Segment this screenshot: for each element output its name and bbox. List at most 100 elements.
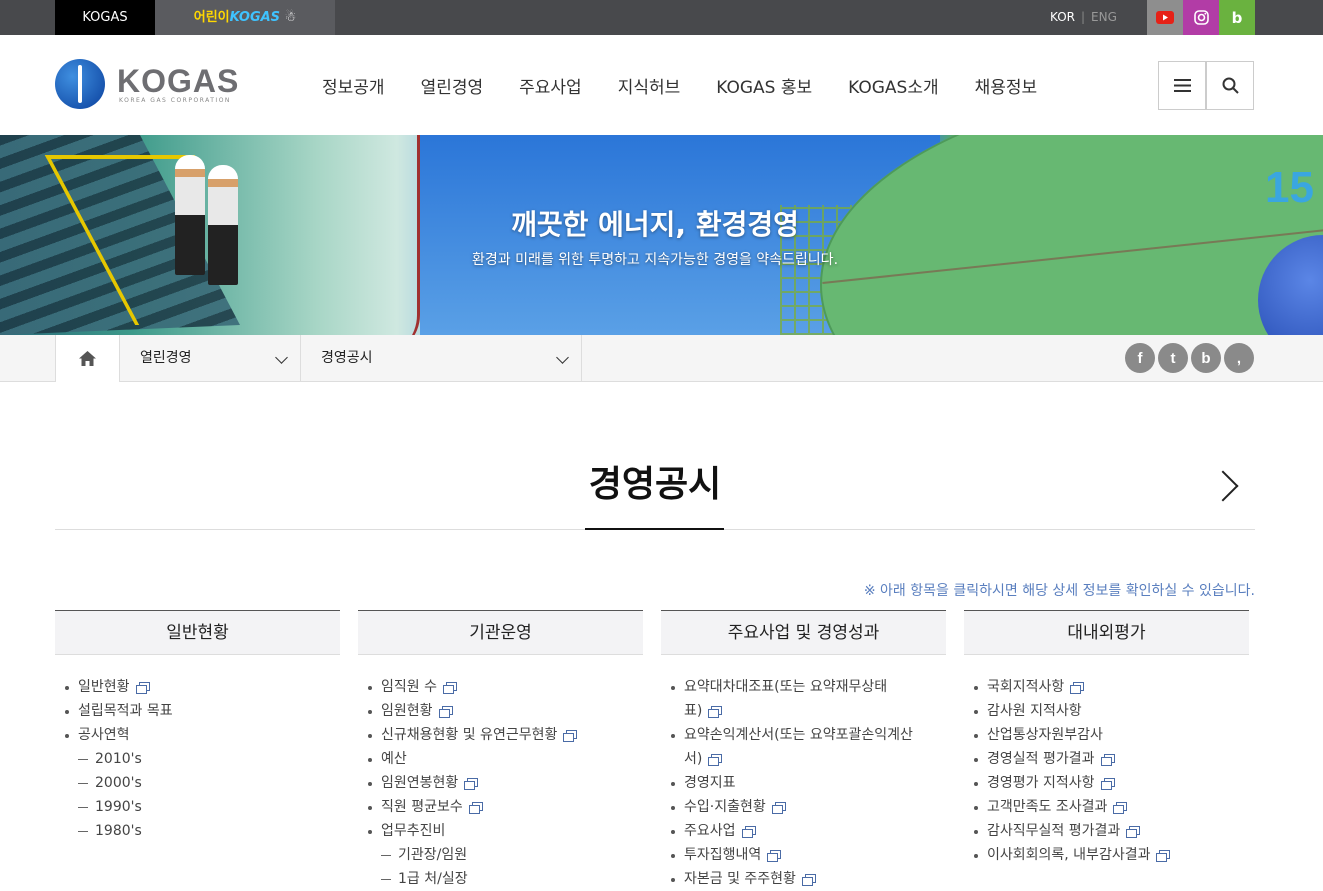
item-list: 임직원 수임원현황신규채용현황 및 유연근무현황예산임원연봉현황직원 평균보수 업…: [358, 675, 643, 891]
new-window-icon[interactable]: [438, 706, 453, 718]
new-window-icon[interactable]: [468, 802, 483, 814]
new-window-icon[interactable]: [801, 874, 816, 886]
list-item-label: 기관장/임원: [398, 847, 468, 863]
kogas-site-tab[interactable]: KOGAS: [55, 0, 155, 35]
new-window-icon[interactable]: [1100, 778, 1115, 790]
banner-title: 깨끗한 에너지, 환경경영: [511, 208, 799, 241]
list-item[interactable]: 설립목적과 목표: [65, 699, 340, 723]
instagram-link[interactable]: [1183, 0, 1219, 35]
list-item[interactable]: 경영지표: [671, 771, 946, 795]
depth1-label: 열린경영: [140, 350, 192, 366]
nav-open-management[interactable]: 열린경영: [421, 73, 484, 98]
logo-subtitle: KOREA GAS CORPORATION: [119, 97, 231, 104]
new-window-icon[interactable]: [1070, 682, 1085, 694]
list-item[interactable]: 임원연봉현황: [368, 771, 643, 795]
list-item[interactable]: 투자집행내역: [671, 843, 946, 867]
list-item-label: 감사원 지적사항: [987, 703, 1082, 719]
list-item[interactable]: 자본금 및 주주현황: [671, 867, 946, 891]
search-button[interactable]: [1206, 61, 1254, 110]
list-item[interactable]: 국회지적사항: [974, 675, 1249, 699]
depth2-dropdown[interactable]: 경영공시: [301, 335, 582, 382]
sub-list-item[interactable]: 2000's: [65, 771, 340, 795]
list-item-label: 2010's: [95, 751, 142, 767]
list-item[interactable]: 일반현황: [65, 675, 340, 699]
list-item[interactable]: 산업통상자원부감사: [974, 723, 1249, 747]
sub-list-item[interactable]: 1급 처/실장: [368, 867, 643, 891]
item-list: 국회지적사항감사원 지적사항산업통상자원부감사 경영실적 평가결과경영평가 지적사…: [964, 675, 1249, 867]
share-blog-button[interactable]: b: [1191, 343, 1221, 373]
new-window-icon[interactable]: [563, 730, 578, 742]
list-item[interactable]: 예산: [368, 747, 643, 771]
list-item[interactable]: 감사직무실적 평가결과: [974, 819, 1249, 843]
list-item[interactable]: 수입·지출현황: [671, 795, 946, 819]
sub-list-item[interactable]: 2010's: [65, 747, 340, 771]
list-item[interactable]: 감사원 지적사항: [974, 699, 1249, 723]
lang-eng-link[interactable]: ENG: [1091, 10, 1117, 24]
new-window-icon[interactable]: [708, 706, 723, 718]
list-item[interactable]: 요약손익계산서(또는 요약포괄손익계산 서): [671, 723, 946, 771]
search-icon: [1222, 77, 1239, 94]
nav-kogas-about[interactable]: KOGAS소개: [848, 73, 938, 98]
new-window-icon[interactable]: [1113, 802, 1128, 814]
list-item-label: 경영지표: [684, 775, 736, 791]
mascot-icon: ☃: [284, 10, 297, 25]
share-twitter-button[interactable]: t: [1158, 343, 1188, 373]
list-item-label: 임원연봉현황: [381, 775, 459, 791]
kogas-logo[interactable]: KOGAS KOREA GAS CORPORATION: [55, 59, 245, 111]
nav-knowledge-hub[interactable]: 지식허브: [618, 73, 681, 98]
sub-list-item[interactable]: 1990's: [65, 795, 340, 819]
column-title: 기관운영: [358, 610, 643, 655]
share-facebook-button[interactable]: f: [1125, 343, 1155, 373]
list-item[interactable]: 신규채용현황 및 유연근무현황: [368, 723, 643, 747]
list-item[interactable]: 공사연혁: [65, 723, 340, 747]
nav-main-business[interactable]: 주요사업: [519, 73, 582, 98]
sub-list-item[interactable]: 기관장/임원: [368, 843, 643, 867]
list-item[interactable]: 경영실적 평가결과: [974, 747, 1249, 771]
list-item-label: 경영평가 지적사항: [987, 775, 1095, 791]
new-window-icon[interactable]: [135, 682, 150, 694]
disclosure-column: 일반현황 일반현황 설립목적과 목표공사연혁 2010's 2000's 1990's 19…: [55, 610, 340, 843]
list-item-label: 공사연혁: [78, 727, 130, 743]
list-item[interactable]: 임원현황: [368, 699, 643, 723]
list-item[interactable]: 직원 평균보수: [368, 795, 643, 819]
home-icon: [79, 351, 96, 366]
list-item[interactable]: 업무추진비: [368, 819, 643, 843]
list-item-label: 예산: [381, 751, 407, 767]
sub-list-item[interactable]: 1980's: [65, 819, 340, 843]
kids-prefix: 어린이: [193, 10, 230, 25]
lang-kor-link[interactable]: KOR: [1050, 10, 1075, 24]
item-list: 일반현황 설립목적과 목표공사연혁 2010's 2000's 1990's 1980's: [55, 675, 340, 843]
disclosure-column: 대내외평가 국회지적사항 감사원 지적사항 산업통상자원부감사 경영실적 평가결과 경영평…: [964, 610, 1249, 867]
sub-visual-banner: 15 깨끗한 에너지, 환경경영 환경과 미래를 위한 투명하고 지속가능한 경…: [0, 135, 1323, 335]
new-window-icon[interactable]: [1126, 826, 1141, 838]
list-item[interactable]: 임직원 수: [368, 675, 643, 699]
blog-link[interactable]: b: [1219, 0, 1255, 35]
nav-recruitment[interactable]: 채용정보: [975, 73, 1038, 98]
new-window-icon[interactable]: [708, 754, 723, 766]
home-button[interactable]: [55, 335, 120, 382]
disclosure-column: 기관운영임직원 수임원현황신규채용현황 및 유연근무현황예산임원연봉현황직원 평…: [358, 610, 643, 891]
list-item[interactable]: 요약대차대조표(또는 요약재무상태 표): [671, 675, 946, 723]
list-item[interactable]: 경영평가 지적사항: [974, 771, 1249, 795]
share-kakao-button[interactable]: ,: [1224, 343, 1254, 373]
new-window-icon[interactable]: [767, 850, 782, 862]
all-menu-button[interactable]: [1158, 61, 1206, 110]
youtube-link[interactable]: [1147, 0, 1183, 35]
new-window-icon[interactable]: [1100, 754, 1115, 766]
kids-kogas-site-tab[interactable]: 어린이KOGAS ☃: [155, 0, 335, 35]
list-item-label: 투자집행내역: [684, 847, 762, 863]
depth1-dropdown[interactable]: 열린경영: [120, 335, 301, 382]
list-item[interactable]: 고객만족도 조사결과: [974, 795, 1249, 819]
new-window-icon[interactable]: [464, 778, 479, 790]
list-item[interactable]: 주요사업: [671, 819, 946, 843]
list-item-label: 임원현황: [381, 703, 433, 719]
list-item[interactable]: 이사회회의록, 내부감사결과: [974, 843, 1249, 867]
nav-kogas-pr[interactable]: KOGAS 홍보: [716, 73, 812, 98]
youtube-icon: [1156, 11, 1174, 24]
new-window-icon[interactable]: [771, 802, 786, 814]
nav-info-disclosure[interactable]: 정보공개: [322, 73, 385, 98]
new-window-icon[interactable]: [442, 682, 457, 694]
new-window-icon[interactable]: [741, 826, 756, 838]
list-item-label: 수입·지출현황: [684, 799, 766, 815]
new-window-icon[interactable]: [1156, 850, 1171, 862]
